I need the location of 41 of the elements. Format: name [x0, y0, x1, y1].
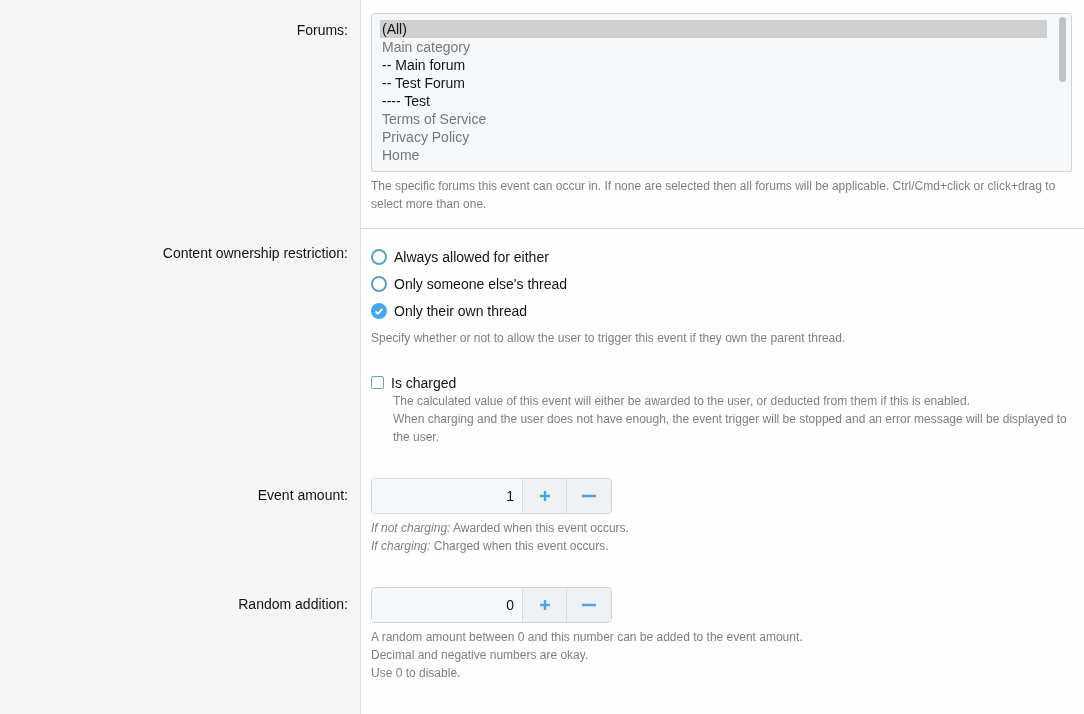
hint-text: The calculated value of this event will either be awarded to the user, or deducted from them if this is enabled. — [393, 393, 971, 410]
number-input[interactable]: 0 — [372, 588, 523, 622]
forum-option[interactable]: Terms of Service — [380, 110, 1047, 128]
minus-icon — [582, 494, 596, 498]
radio-label[interactable]: Always allowed for either — [394, 248, 549, 265]
radio-button[interactable] — [371, 275, 387, 292]
plus-icon — [538, 599, 551, 611]
forum-option[interactable]: -- Test Forum — [380, 74, 1047, 92]
hint-text: If charging: Charged when this event occurs. — [371, 538, 610, 555]
plus-icon — [538, 490, 551, 502]
increment-button[interactable] — [523, 479, 567, 513]
checkbox[interactable] — [371, 376, 384, 389]
decrement-button[interactable] — [567, 479, 611, 513]
forum-option[interactable]: ---- Test — [380, 92, 1047, 110]
number-input[interactable]: 1 — [372, 479, 523, 513]
minus-icon — [582, 603, 596, 607]
hint-text: Specify whether or not to allow the user to trigger this event if they own the parent thread. — [371, 330, 847, 347]
hint-text: Decimal and negative numbers are okay. — [371, 647, 590, 664]
forum-listbox[interactable]: (All) Main category -- Main forum -- Test Forum ---- Test Terms of Service Privacy Policy Home — [371, 13, 1072, 172]
forum-option[interactable]: -- Main forum — [380, 56, 1047, 74]
forum-option[interactable]: Privacy Policy — [380, 128, 1047, 146]
field-label: Random addition: — [238, 596, 348, 612]
field-label: Event amount: — [257, 487, 348, 503]
hint-text: The specific forums this event can occur in. If none are selected then all forums will be applicable. Ctrl/Cmd+click or click+drag to select more than one. — [371, 178, 1057, 213]
field-label: Content ownership restriction: — [162, 245, 348, 261]
radio-button[interactable] — [371, 302, 387, 319]
scrollbar-thumb[interactable] — [1058, 17, 1066, 82]
forum-option[interactable]: Main category — [380, 38, 1047, 56]
hint-text: Use 0 to disable. — [371, 665, 462, 682]
hint-text: If not charging: Awarded when this event occurs. — [371, 520, 630, 537]
decrement-button[interactable] — [567, 588, 611, 622]
forum-option[interactable]: (All) — [380, 20, 1047, 38]
increment-button[interactable] — [523, 588, 567, 622]
hint-text: When charging and the user does not have enough, the event trigger will be stopped and an error message will be displayed to the user. — [393, 411, 1068, 446]
radio-label[interactable]: Only someone else's thread — [394, 275, 568, 292]
radio-label[interactable]: Only their own thread — [394, 302, 528, 319]
hint-text: A random amount between 0 and this number can be added to the event amount. — [371, 629, 804, 646]
radio-button[interactable] — [371, 248, 387, 265]
field-label: Forums: — [296, 22, 348, 38]
forum-option[interactable]: Home — [380, 146, 1047, 164]
checkbox-label[interactable]: Is charged — [391, 374, 457, 391]
